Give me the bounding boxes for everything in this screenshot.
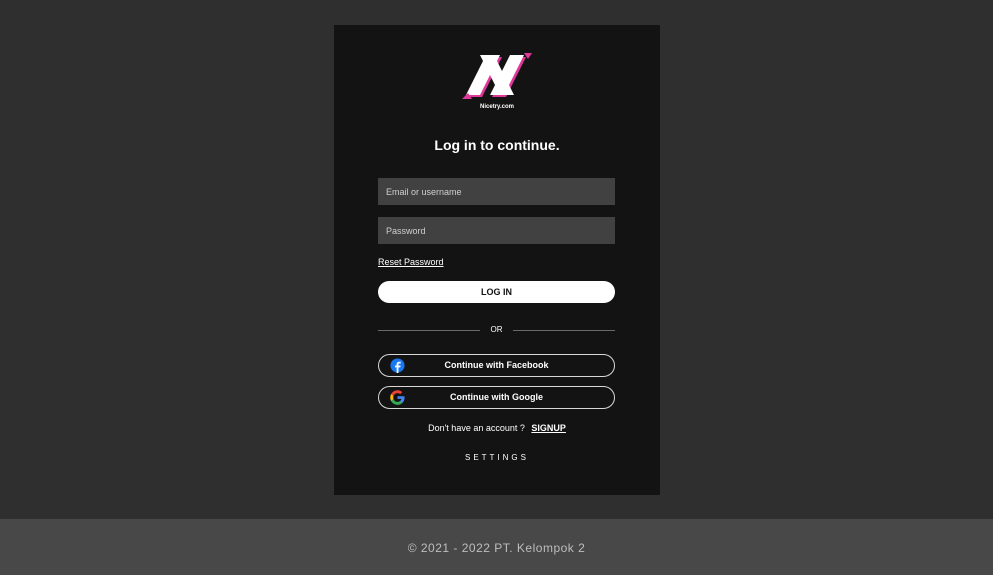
- page-background: Nicetry.com Log in to continue. Reset Pa…: [0, 0, 993, 519]
- google-login-button[interactable]: Continue with Google: [378, 386, 615, 409]
- login-button[interactable]: LOG IN: [378, 281, 615, 303]
- facebook-login-button[interactable]: Continue with Facebook: [378, 354, 615, 377]
- divider-right: [513, 330, 615, 331]
- footer: © 2021 - 2022 PT. Kelompok 2: [0, 519, 993, 575]
- signup-row: Don't have an account ? SIGNUP: [334, 423, 660, 433]
- password-field[interactable]: [378, 217, 615, 244]
- login-card: Nicetry.com Log in to continue. Reset Pa…: [334, 25, 660, 495]
- signup-link[interactable]: SIGNUP: [531, 423, 566, 433]
- page-title: Log in to continue.: [434, 137, 560, 153]
- email-field[interactable]: [378, 178, 615, 205]
- settings-link[interactable]: SETTINGS: [334, 453, 660, 462]
- or-divider-label: OR: [490, 325, 503, 334]
- divider-left: [378, 330, 480, 331]
- nicetry-logo-icon: [462, 53, 532, 99]
- facebook-button-label: Continue with Facebook: [444, 360, 549, 370]
- footer-copyright: © 2021 - 2022 PT. Kelompok 2: [407, 541, 586, 555]
- logo-text: Nicetry.com: [480, 104, 514, 110]
- signup-prompt: Don't have an account ?: [428, 423, 525, 433]
- reset-password-link[interactable]: Reset Password: [378, 257, 444, 267]
- google-button-label: Continue with Google: [450, 392, 543, 402]
- facebook-icon: [390, 358, 405, 373]
- google-icon: [390, 390, 405, 405]
